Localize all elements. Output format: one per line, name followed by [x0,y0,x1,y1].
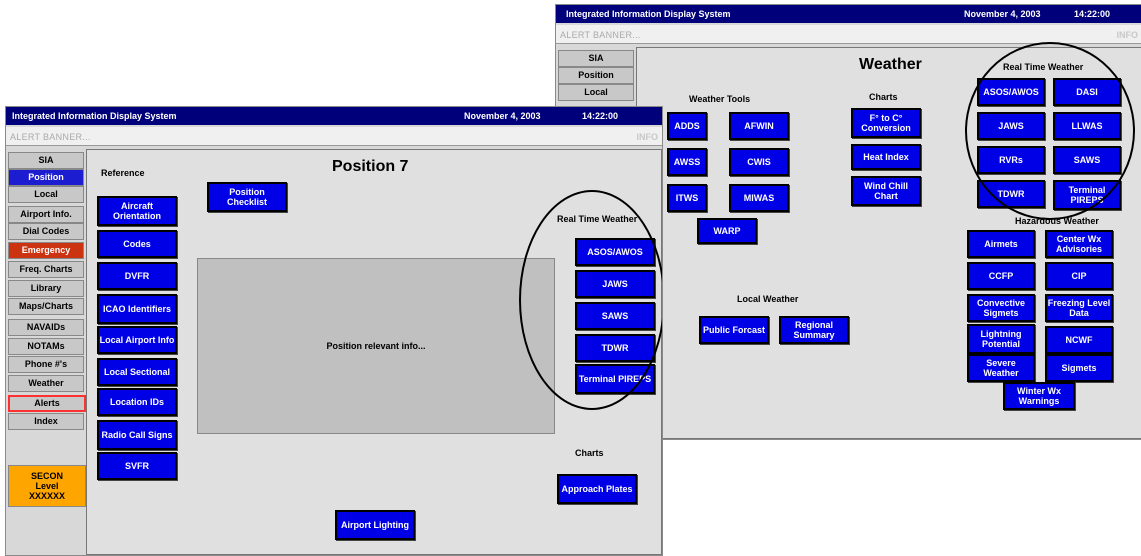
date-display: November 4, 2003 [464,111,541,121]
sidebar-item-local[interactable]: Local [558,84,634,101]
weather-content: Weather Weather Tools ADDS AFWIN AWSS CW… [636,42,1141,439]
lightning-potential-button[interactable]: Lightning Potential [967,324,1035,354]
svfr-button[interactable]: SVFR [97,452,177,480]
regional-summary-button[interactable]: Regional Summary [779,316,849,344]
real-time-weather-highlight-ellipse [519,190,662,410]
alert-banner-text: ALERT BANNER... [560,30,641,40]
real-time-weather-highlight-ellipse [965,42,1135,220]
secon-level-label: Level [35,481,59,491]
hazardous-weather-header: Hazardous Weather [1015,216,1099,226]
afwin-button[interactable]: AFWIN [729,112,789,140]
ncwf-button[interactable]: NCWF [1045,326,1113,354]
secon-level-value: XXXXXX [28,491,66,501]
position-window: Integrated Information Display System No… [5,106,663,556]
charts-header: Charts [869,92,898,102]
sidebar-item-navaids[interactable]: NAVAIDs [8,319,84,336]
location-ids-button[interactable]: Location IDs [97,388,177,416]
position-info-text: Position relevant info... [326,341,426,351]
adds-button[interactable]: ADDS [667,112,707,140]
airmets-button[interactable]: Airmets [967,230,1035,258]
dvfr-button[interactable]: DVFR [97,262,177,290]
weather-tools-header: Weather Tools [689,94,751,104]
itws-button[interactable]: ITWS [667,184,707,212]
position-checklist-button[interactable]: Position Checklist [207,182,287,212]
info-button[interactable]: INFO [1117,30,1139,40]
title-bar: Integrated Information Display System No… [6,107,662,125]
sidebar-item-phone-numbers[interactable]: Phone #'s [8,356,84,373]
sidebar-item-local[interactable]: Local [8,186,84,203]
sidebar-item-notams[interactable]: NOTAMs [8,338,84,355]
time-display: 14:22:00 [582,111,619,121]
sidebar-item-weather[interactable]: Weather [8,375,84,392]
sidebar-item-sia[interactable]: SIA [8,152,84,169]
cip-button[interactable]: CIP [1045,262,1113,290]
freezing-level-data-button[interactable]: Freezing Level Data [1045,294,1113,322]
sigmets-button[interactable]: Sigmets [1045,354,1113,382]
local-sectional-button[interactable]: Local Sectional [97,358,177,386]
cwis-button[interactable]: CWIS [729,148,789,176]
page-title: Weather [859,56,922,73]
charts-header: Charts [575,448,604,458]
time-display: 14:22:00 [1074,9,1111,19]
icao-identifiers-button[interactable]: ICAO Identifiers [97,294,177,324]
alert-banner-text: ALERT BANNER... [10,132,91,142]
codes-button[interactable]: Codes [97,230,177,258]
position-content: Position 7 Reference Aircraft Orientatio… [86,149,662,555]
airport-lighting-button[interactable]: Airport Lighting [335,510,415,540]
alert-banner: ALERT BANNER... INFO [6,127,662,146]
sidebar-item-index[interactable]: Index [8,413,84,430]
winter-wx-warnings-button[interactable]: Winter Wx Warnings [1003,382,1075,410]
approach-plates-button[interactable]: Approach Plates [557,474,637,504]
app-title: Integrated Information Display System [566,9,731,19]
public-forcast-button[interactable]: Public Forcast [699,316,769,344]
awss-button[interactable]: AWSS [667,148,707,176]
sidebar-item-maps-charts[interactable]: Maps/Charts [8,298,84,315]
sidebar-item-alerts[interactable]: Alerts [8,395,86,412]
f-to-c-conversion-button[interactable]: F° to C° Conversion [851,108,921,138]
center-wx-advisories-button[interactable]: Center Wx Advisories [1045,230,1113,258]
sidebar-item-position[interactable]: Position [8,169,84,186]
reference-header: Reference [101,168,145,178]
sidebar-item-airport-info[interactable]: Airport Info. [8,206,84,223]
aircraft-orientation-button[interactable]: Aircraft Orientation [97,196,177,226]
date-display: November 4, 2003 [964,9,1041,19]
wind-chill-chart-button[interactable]: Wind Chill Chart [851,176,921,206]
convective-sigmets-button[interactable]: Convective Sigmets [967,294,1035,322]
severe-weather-button[interactable]: Severe Weather [967,354,1035,382]
sidebar-item-position[interactable]: Position [558,67,634,84]
sidebar-item-freq-charts[interactable]: Freq. Charts [8,261,84,278]
local-airport-info-button[interactable]: Local Airport Info [97,326,177,354]
position-info-panel: Position relevant info... [197,258,555,434]
sidebar-item-dial-codes[interactable]: Dial Codes [8,223,84,240]
secon-label: SECON [30,471,63,481]
secon-level-indicator: SECON Level XXXXXX [8,465,86,507]
sidebar-item-sia[interactable]: SIA [558,50,634,67]
app-title: Integrated Information Display System [12,111,177,121]
sidebar-item-emergency[interactable]: Emergency [8,242,84,259]
sidebar-item-library[interactable]: Library [8,280,84,297]
local-weather-header: Local Weather [737,294,799,304]
title-bar: Integrated Information Display System No… [556,5,1141,23]
radio-call-signs-button[interactable]: Radio Call Signs [97,420,177,450]
info-button[interactable]: INFO [637,132,659,142]
heat-index-button[interactable]: Heat Index [851,144,921,170]
ccfp-button[interactable]: CCFP [967,262,1035,290]
sidebar: SIA Position Local Airport Info. Dial Co… [6,147,86,555]
warp-button[interactable]: WARP [697,218,757,244]
miwas-button[interactable]: MIWAS [729,184,789,212]
page-title: Position 7 [332,158,409,175]
